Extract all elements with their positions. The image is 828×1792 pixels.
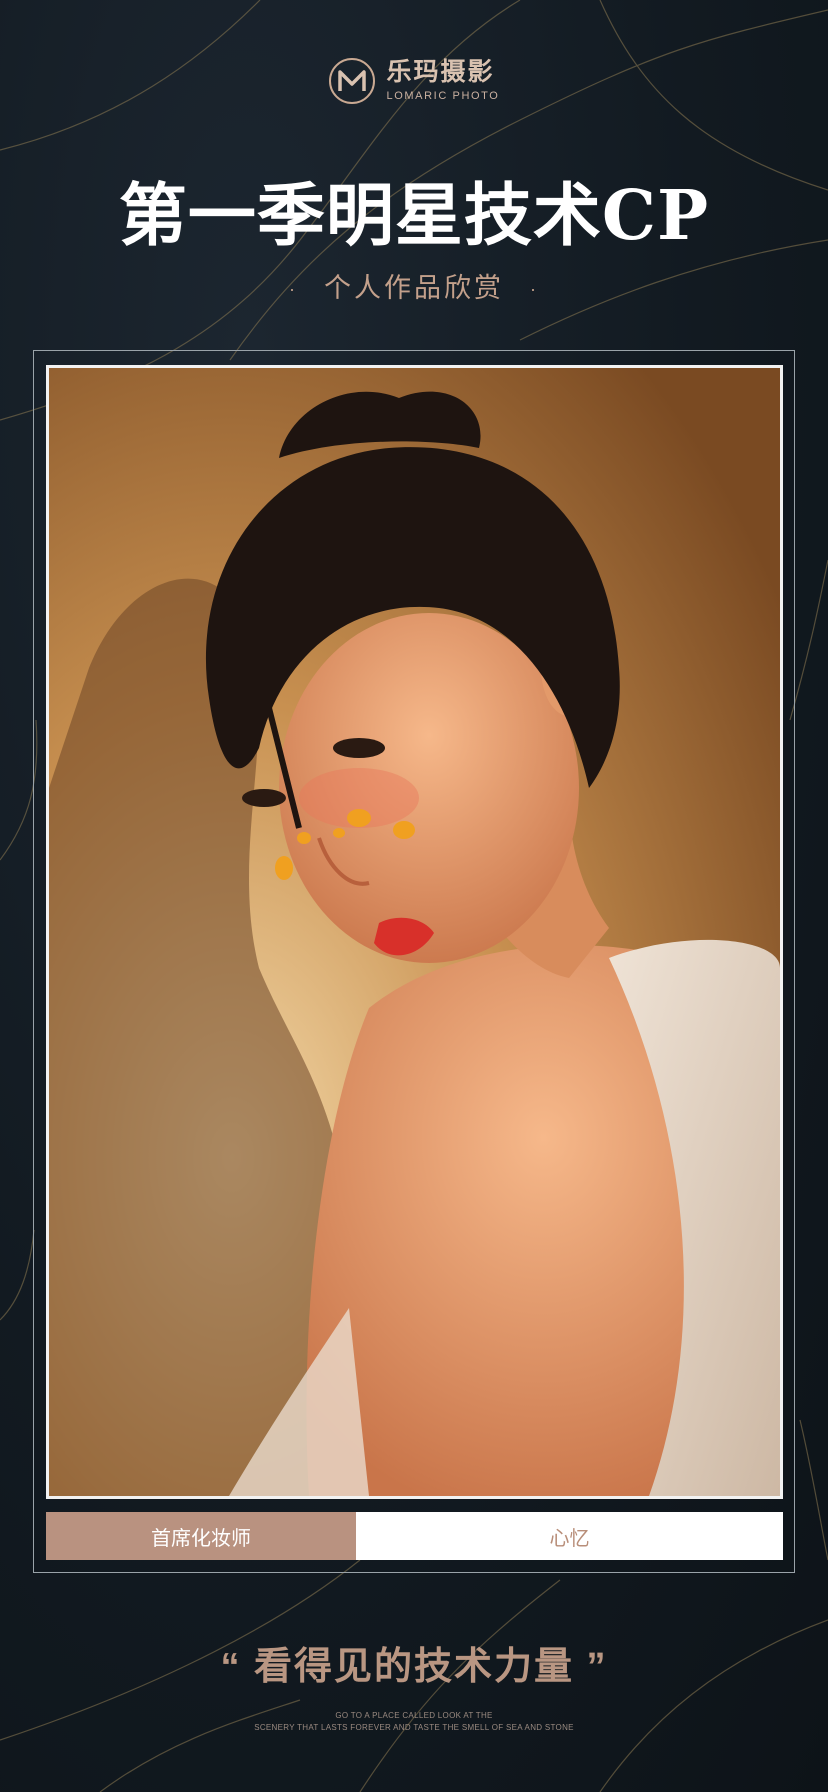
brand-wordmark: 乐玛摄影 LOMARIC PHOTO <box>387 60 500 102</box>
brand-name-en: LOMARIC PHOTO <box>386 90 500 102</box>
footer-tagline: GO TO A PLACE CALLED LOOK AT THE SCENERY… <box>0 1710 828 1734</box>
brand-name-cn: 乐玛摄影 <box>386 58 495 86</box>
m-monogram-icon <box>337 70 366 91</box>
portrait-photo <box>46 365 783 1499</box>
footer-line-1: GO TO A PLACE CALLED LOOK AT THE <box>335 1711 493 1720</box>
credit-artist-name: 心忆 <box>356 1512 783 1560</box>
subtitle-text: 个人作品欣赏 <box>324 273 504 303</box>
page-title: 第一季明星技术CP <box>118 176 710 256</box>
subtitle-dot-left: · <box>289 279 298 300</box>
slogan: “ 看得见的技术力量 ” <box>220 1646 608 1688</box>
brand-logo: 乐玛摄影 LOMARIC PHOTO <box>0 58 828 104</box>
footer-line-2: SCENERY THAT LASTS FOREVER AND TASTE THE… <box>254 1723 574 1732</box>
page-subtitle: · 个人作品欣赏 · <box>0 266 828 305</box>
credit-role-label: 首席化妆师 <box>46 1512 356 1560</box>
lomaric-logo-icon <box>328 58 375 104</box>
subtitle-dot-right: · <box>530 279 539 300</box>
credit-bar: 首席化妆师 心忆 <box>46 1512 783 1560</box>
poster: 乐玛摄影 LOMARIC PHOTO 第一季明星技术CP · 个人作品欣赏 · <box>0 0 828 1792</box>
portrait-illustration <box>49 368 780 1496</box>
